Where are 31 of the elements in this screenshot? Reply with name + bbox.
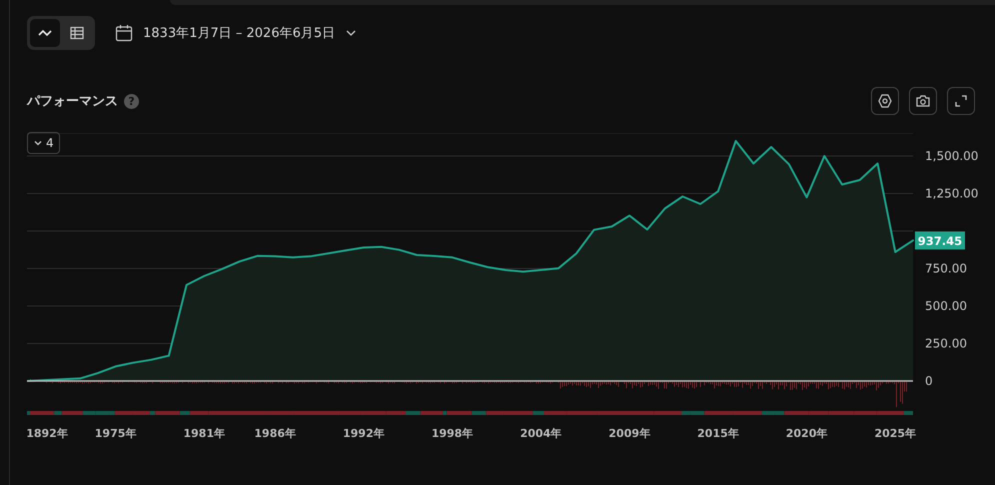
y-axis-label: 1,250.00 (925, 186, 978, 200)
section-title: パフォーマンス (27, 93, 118, 110)
y-axis-label: 0 (925, 374, 933, 388)
x-axis-label: 2009年 (608, 427, 650, 440)
x-axis-label: 2020年 (786, 427, 828, 440)
x-axis-label: 1992年 (342, 427, 384, 440)
y-axis-label: 750.00 (925, 262, 967, 276)
date-range-picker[interactable]: 1833年1月7日 – 2026年6月5日 (115, 24, 358, 42)
expand-icon (953, 93, 969, 109)
chevron-down-icon (33, 138, 43, 148)
x-axis-label: 1892年 (27, 427, 68, 440)
x-axis-label: 1975年 (94, 427, 136, 440)
x-axis-label: 1981年 (183, 427, 225, 440)
x-axis-label: 2004年 (520, 427, 562, 440)
fullscreen-button[interactable] (947, 87, 975, 115)
x-axis-label: 2025年 (874, 427, 916, 440)
y-axis-label: 500.00 (925, 299, 967, 313)
calendar-icon (115, 24, 133, 42)
y-axis-label: 250.00 (925, 336, 967, 350)
x-axis-label: 1986年 (254, 427, 296, 440)
y-axis-label: 1,500.00 (925, 149, 978, 163)
price-tag: 937.45 (915, 231, 965, 250)
series-dropdown[interactable]: 4 (27, 132, 60, 154)
x-axis-label: 2015年 (697, 427, 739, 440)
x-axis-label: 1998年 (431, 427, 474, 440)
camera-button[interactable] (909, 87, 937, 115)
camera-icon (915, 93, 931, 109)
table-icon (69, 25, 85, 41)
settings-icon (877, 93, 893, 109)
view-toggle-button[interactable] (30, 19, 60, 47)
settings-button[interactable] (871, 87, 899, 115)
